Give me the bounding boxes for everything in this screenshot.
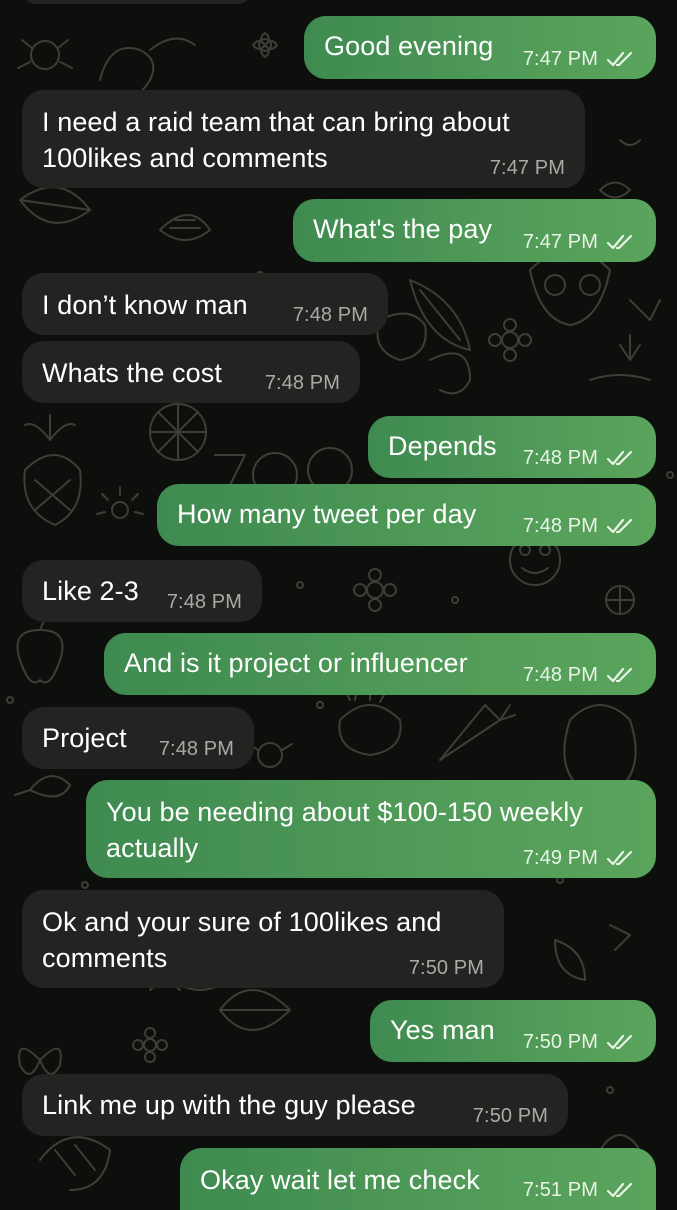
message-text: Project — [42, 723, 127, 753]
incoming-message[interactable]: Project 7:48 PM — [22, 707, 254, 769]
double-check-icon — [606, 1034, 633, 1050]
message-meta: 7:47 PM — [490, 156, 565, 180]
double-check-icon — [606, 518, 633, 534]
double-check-icon — [606, 234, 633, 250]
message-meta: 7:50 PM — [409, 956, 484, 980]
message-time: 7:48 PM — [264, 372, 340, 394]
chat-message-list[interactable]: Good evening 7:47 PM I need a raid team … — [0, 0, 677, 1210]
message-text: What's the pay — [313, 214, 493, 244]
message-time: 7:48 PM — [522, 447, 598, 469]
message-text: Ok and your sure of 100likes and comment… — [42, 907, 442, 973]
incoming-message[interactable]: Like 2-3 7:48 PM — [22, 560, 262, 622]
message-time: 7:48 PM — [292, 304, 368, 326]
message-time: 7:50 PM — [472, 1105, 548, 1127]
message-meta: 7:47 PM — [523, 47, 636, 71]
message-meta: 7:48 PM — [523, 514, 636, 538]
message-time: 7:48 PM — [158, 738, 234, 760]
message-meta: 7:50 PM — [473, 1104, 548, 1128]
double-check-icon — [606, 667, 633, 683]
previous-message-bubble[interactable] — [22, 0, 252, 4]
message-text: Like 2-3 — [42, 576, 139, 606]
message-text: I don’t know man — [42, 290, 248, 320]
message-meta: 7:48 PM — [523, 663, 636, 687]
message-time: 7:50 PM — [522, 1031, 598, 1053]
outgoing-message[interactable]: Yes man 7:50 PM — [370, 1000, 656, 1062]
message-meta: 7:50 PM — [523, 1030, 636, 1054]
message-time: 7:48 PM — [522, 515, 598, 537]
message-meta: 7:48 PM — [265, 371, 340, 395]
incoming-message[interactable]: I need a raid team that can bring about … — [22, 90, 585, 188]
message-text: I need a raid team that can bring about … — [42, 107, 510, 173]
message-text: You be needing about $100-150 weekly act… — [106, 797, 583, 863]
message-time: 7:50 PM — [408, 957, 484, 979]
message-text: Whats the cost — [42, 358, 222, 388]
double-check-icon — [606, 51, 633, 67]
message-text: Depends — [388, 431, 497, 461]
double-check-icon — [606, 450, 633, 466]
message-text: Link me up with the guy please — [42, 1090, 416, 1120]
message-time: 7:48 PM — [522, 664, 598, 686]
outgoing-message[interactable]: You be needing about $100-150 weekly act… — [86, 780, 656, 878]
message-time: 7:48 PM — [166, 591, 242, 613]
message-meta: 7:48 PM — [159, 737, 234, 761]
message-text: Good evening — [324, 31, 494, 61]
outgoing-message[interactable]: And is it project or influencer 7:48 PM — [104, 633, 656, 695]
outgoing-message[interactable]: Good evening 7:47 PM — [304, 16, 656, 79]
message-time: 7:51 PM — [522, 1179, 598, 1201]
outgoing-message[interactable]: What's the pay 7:47 PM — [293, 199, 656, 262]
message-meta: 7:49 PM — [523, 846, 636, 870]
incoming-message[interactable]: Ok and your sure of 100likes and comment… — [22, 890, 504, 988]
message-time: 7:49 PM — [522, 847, 598, 869]
incoming-message[interactable]: Whats the cost 7:48 PM — [22, 341, 360, 403]
message-meta: 7:48 PM — [523, 446, 636, 470]
outgoing-message[interactable]: Depends 7:48 PM — [368, 416, 656, 478]
message-time: 7:47 PM — [522, 48, 598, 70]
double-check-icon — [606, 1182, 633, 1198]
outgoing-message[interactable]: Okay wait let me check 7:51 PM — [180, 1148, 656, 1210]
incoming-message[interactable]: I don’t know man 7:48 PM — [22, 273, 388, 335]
message-time: 7:47 PM — [522, 231, 598, 253]
incoming-message[interactable]: Link me up with the guy please 7:50 PM — [22, 1074, 568, 1136]
message-text: And is it project or influencer — [124, 648, 468, 678]
message-time: 7:47 PM — [489, 157, 565, 179]
message-meta: 7:48 PM — [293, 303, 368, 327]
message-meta: 7:48 PM — [167, 590, 242, 614]
outgoing-message[interactable]: How many tweet per day 7:48 PM — [157, 484, 656, 546]
message-meta: 7:51 PM — [523, 1178, 636, 1202]
message-text: Okay wait let me check — [200, 1165, 480, 1195]
message-text: Yes man — [390, 1015, 495, 1045]
double-check-icon — [606, 850, 633, 866]
message-meta: 7:47 PM — [523, 230, 636, 254]
message-text: How many tweet per day — [177, 499, 477, 529]
